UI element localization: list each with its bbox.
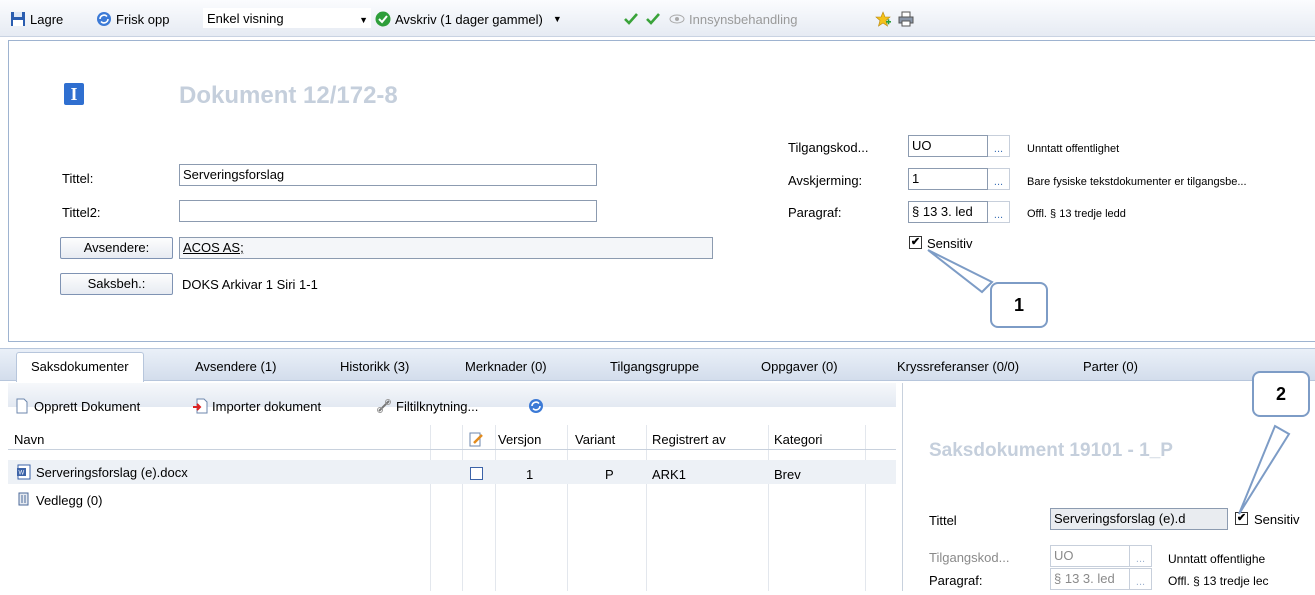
close-document-button[interactable]: Avskriv (1 dager gammel) ▼ [375,10,562,28]
tab-merknader[interactable]: Merknader (0) [465,359,547,374]
tittel-label: Tittel: [62,171,94,186]
tab-tilgangsgruppe[interactable]: Tilgangsgruppe [610,359,699,374]
refresh-icon [97,12,111,26]
tittel2-label: Tittel2: [62,205,101,220]
link-icon [377,399,391,413]
avsendere-field[interactable]: ACOS AS; [179,237,713,259]
tab-historikk[interactable]: Historikk (3) [340,359,409,374]
create-document-button[interactable]: Opprett Dokument [14,397,140,415]
saksdokument-tilgangskode-field: UO [1050,545,1130,567]
saksdokument-tilgangskode-description: Unntatt offentlighe [1168,552,1266,566]
document-variant: P [605,467,614,482]
view-select[interactable]: Enkel visning ▼ [203,8,371,28]
info-icon: I [64,83,84,105]
view-select-value: Enkel visning [207,11,284,26]
saksdokument-tittel-field[interactable]: Serveringsforslag (e).d [1050,508,1228,530]
callout-badge-2: 2 [1252,371,1310,417]
callout-badge-1: 1 [990,282,1048,328]
tilgangskode-description: Unntatt offentlighet [1027,143,1120,155]
paragraf-label: Paragraf: [788,205,842,220]
document-name[interactable]: Serveringsforslag (e).docx [36,465,188,480]
saksdokument-paragraf-label: Paragraf: [929,573,983,588]
column-header-category[interactable]: Kategori [774,432,822,447]
attachments-item[interactable]: Vedlegg (0) [36,493,103,508]
saksdokument-paragraf-lookup: ... [1130,568,1152,590]
save-button[interactable]: Lagre [10,10,63,28]
column-header-variant[interactable]: Variant [575,432,615,447]
chevron-down-icon: ▼ [552,14,562,24]
callout-pointer-2 [1238,424,1291,515]
edit-document-icon [469,432,483,447]
document-category: Brev [774,467,801,482]
approve-button[interactable] [623,10,639,28]
main-toolbar: Lagre Frisk opp Enkel visning ▼ Avskriv … [0,0,1315,37]
document-title: Dokument 12/172-8 [179,82,398,109]
file-link-button[interactable]: Filtilknytning... [376,397,478,415]
create-document-label: Opprett Dokument [34,398,141,414]
import-icon [193,398,208,414]
saksdokument-tittel-label: Tittel [929,513,957,528]
paperclip-icon [18,492,29,506]
saksdokument-title: Saksdokument 19101 - 1_P [929,440,1173,461]
tilgangskode-lookup-button[interactable]: ... [988,135,1010,157]
check-circle-icon [375,11,391,27]
paragraf-lookup-button[interactable]: ... [988,201,1010,223]
saksbeh-button[interactable]: Saksbeh.: [60,273,173,295]
saksdokument-paragraf-field: § 13 3. led [1050,568,1130,590]
tilgangskode-field[interactable]: UO [908,135,988,157]
tab-kryssreferanser[interactable]: Kryssreferanser (0/0) [897,359,1019,374]
access-processing-label: Innsynsbehandling [689,11,798,27]
saksdokument-tilgangskode-lookup: ... [1130,545,1152,567]
refresh-label: Frisk opp [116,11,170,27]
file-link-label: Filtilknytning... [396,398,479,414]
tab-parter[interactable]: Parter (0) [1083,359,1138,374]
saksdokument-paragraf-description: Offl. § 13 tredje lec [1168,574,1269,588]
column-header-registered-by[interactable]: Registrert av [652,432,726,447]
green-check-icon [646,13,660,25]
callout-pointer-1 [927,249,994,294]
saksbeh-value: DOKS Arkivar 1 Siri 1-1 [182,277,318,292]
paragraf-field[interactable]: § 13 3. led [908,201,988,223]
access-processing-button[interactable]: Innsynsbehandling [669,10,797,28]
import-document-button[interactable]: Importer dokument [192,397,321,415]
save-label: Lagre [30,11,64,27]
avskjerming-description: Bare fysiske tekstdokumenter er tilgangs… [1027,176,1247,188]
saksdokument-tilgangskode-label: Tilgangskod... [929,550,1010,565]
avskjerming-field[interactable]: 1 [908,168,988,190]
favorite-button[interactable] [875,10,891,28]
document-registered-by: ARK1 [652,467,686,482]
refresh-icon [529,399,543,413]
refresh-button[interactable]: Frisk opp [96,10,169,28]
save-icon [11,12,25,26]
tab-bar: Saksdokumenter Avsendere (1) Historikk (… [0,348,1315,382]
eye-icon [669,14,685,24]
word-document-icon: W [17,464,31,480]
tab-oppgaver[interactable]: Oppgaver (0) [761,359,838,374]
tittel2-field[interactable] [179,200,597,222]
tittel-field[interactable]: Serveringsforslag [179,164,597,186]
grid-header [8,425,896,449]
print-button[interactable] [898,10,914,28]
paragraf-description: Offl. § 13 tredje ledd [1027,208,1126,220]
column-header-version[interactable]: Versjon [498,432,541,447]
green-check-icon [624,13,638,25]
avskjerming-lookup-button[interactable]: ... [988,168,1010,190]
tilgangskode-label: Tilgangskod... [788,140,869,155]
chevron-down-icon: ▼ [359,15,368,25]
tab-avsendere[interactable]: Avsendere (1) [195,359,276,374]
star-add-icon [875,11,891,27]
column-header-name[interactable]: Navn [14,432,44,447]
approve-all-button[interactable] [645,10,661,28]
avskjerming-label: Avskjerming: [788,173,863,188]
import-document-label: Importer dokument [212,398,322,414]
svg-text:W: W [19,471,25,477]
tab-saksdokumenter[interactable]: Saksdokumenter [16,352,144,382]
refresh-documents-button[interactable] [528,397,544,415]
row-checkbox[interactable] [470,467,483,480]
document-version: 1 [526,467,534,482]
close-document-label: Avskriv (1 dager gammel) [395,11,543,27]
new-document-icon [16,398,28,414]
printer-icon [898,11,914,27]
avsendere-button[interactable]: Avsendere: [60,237,173,259]
